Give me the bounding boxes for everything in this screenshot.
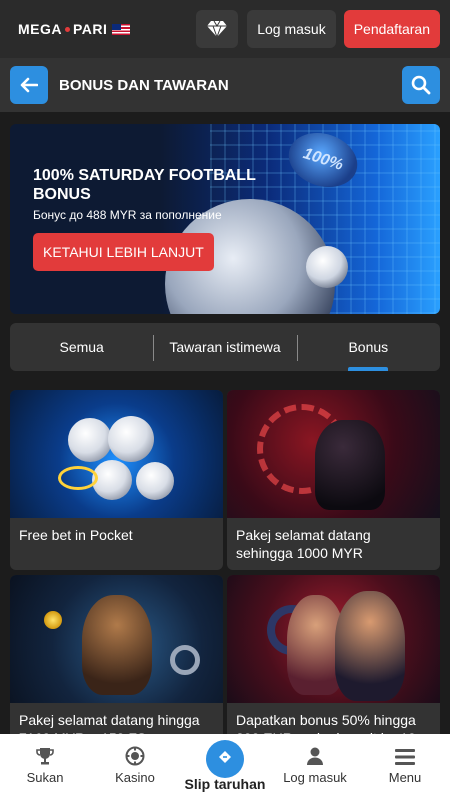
filter-tabs: Semua Tawaran istimewa Bonus [10,323,440,371]
search-button[interactable] [402,66,440,104]
tab-special-offers[interactable]: Tawaran istimewa [153,323,296,371]
nav-label: Log masuk [283,770,347,785]
small-football-image [306,246,348,288]
horse-racing-image [227,390,440,518]
nav-label: Sukan [26,770,64,785]
logo-dot [65,26,70,32]
promo-card-deposit-bonus[interactable]: Dapatkan bonus 50% hingga 200 EUR pada d… [227,575,440,755]
casino-goddess-image [10,575,223,703]
page-title: BONUS DAN TAWARAN [59,76,229,94]
promo-card-free-bet[interactable]: Free bet in Pocket [10,390,223,570]
ticket-icon [219,751,231,763]
trophy-icon [36,748,54,765]
promo-card-welcome-1000[interactable]: Pakej selamat datang sehingga 1000 MYR [227,390,440,570]
nav-casino[interactable]: Kasino [90,734,180,800]
menu-icon [395,749,415,765]
banner-subtitle: Бонус до 488 MYR за пополнение [33,208,222,222]
arrow-left-icon [20,77,38,93]
logo-text-right: PARI [73,21,108,37]
casino-hosts-image [227,575,440,703]
banner-title: 100% SATURDAY FOOTBALL BONUS [33,167,256,203]
card-title: Free bet in Pocket [19,527,133,543]
promo-banner[interactable]: 100% 100% SATURDAY FOOTBALL BONUS Бонус … [10,124,440,314]
vip-diamond-button[interactable] [196,10,239,48]
top-header: MEGA PARI Log masuk Pendaftaran [0,0,450,58]
sports-balls-image [10,390,223,518]
back-button[interactable] [10,66,48,104]
logo-text-left: MEGA [18,21,62,37]
page: MEGA PARI Log masuk Pendaftaran BONUS DA… [0,0,450,800]
nav-login[interactable]: Log masuk [270,734,360,800]
nav-label: Kasino [115,770,155,785]
bet-slip-circle [206,740,244,778]
tab-bonus[interactable]: Bonus [296,323,440,371]
section-title-bar: BONUS DAN TAWARAN [0,58,450,112]
register-button[interactable]: Pendaftaran [343,10,440,48]
search-icon [411,75,431,95]
bottom-navigation: Sukan Kasino Slip taruhan Log masuk Menu [0,734,450,800]
nav-label: Slip taruhan [184,776,266,792]
user-icon [307,747,323,765]
malaysia-flag-icon [112,23,131,35]
nav-menu[interactable]: Menu [360,734,450,800]
nav-sports[interactable]: Sukan [0,734,90,800]
tab-all[interactable]: Semua [10,323,153,371]
banner-text: 100% SATURDAY FOOTBALL BONUS Бонус до 48… [33,166,273,222]
nav-bet-slip[interactable]: Slip taruhan [180,734,270,800]
promo-card-welcome-7160[interactable]: Pakej selamat datang hingga 7160 MYR + 1… [10,575,223,755]
login-button[interactable]: Log masuk [247,10,336,48]
diamond-icon [207,20,228,38]
casino-chip-icon [125,746,145,766]
nav-label: Menu [388,770,422,785]
brand-logo[interactable]: MEGA PARI [18,21,131,37]
card-title: Pakej selamat datang sehingga 1000 MYR [236,527,371,561]
learn-more-button[interactable]: KETAHUI LEBIH LANJUT [33,233,214,271]
